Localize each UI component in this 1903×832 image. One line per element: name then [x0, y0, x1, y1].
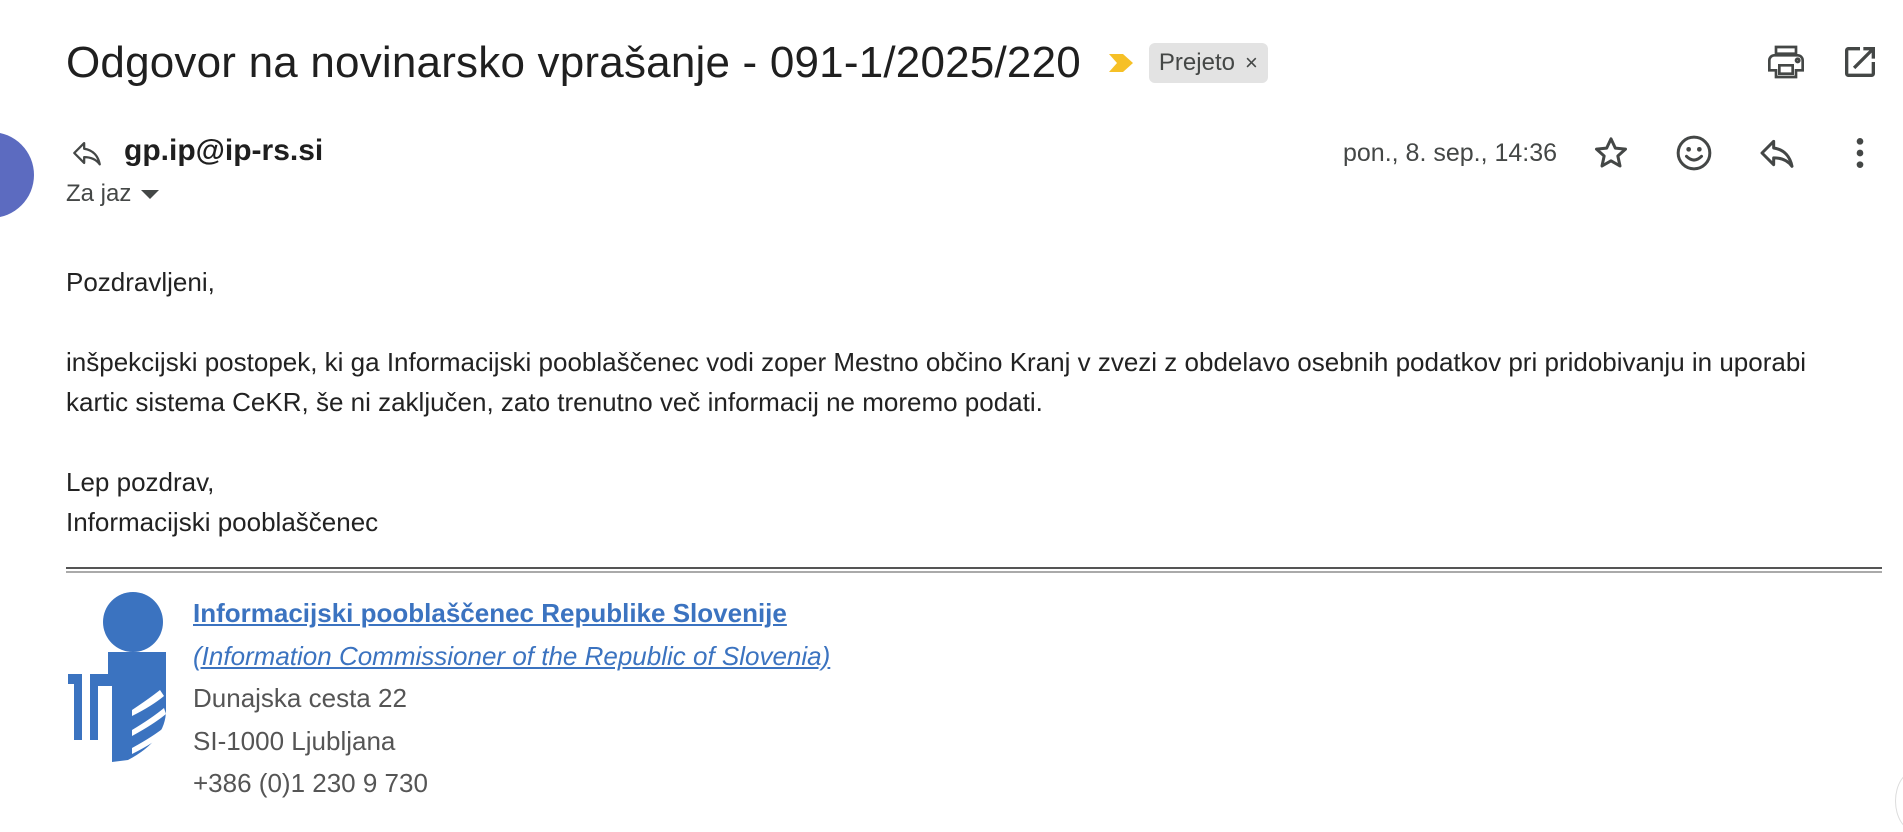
chevron-down-icon[interactable] [141, 189, 160, 199]
org-name-en-link[interactable]: (Information Commissioner of the Republi… [193, 641, 830, 671]
label-chip-inbox: Prejeto × [1148, 43, 1268, 83]
sender-avatar[interactable] [0, 132, 34, 218]
signature-divider [66, 567, 1882, 573]
reply-icon [73, 141, 101, 166]
body-closing: Lep pozdrav, [66, 467, 215, 497]
more-vert-icon[interactable] [1840, 133, 1880, 173]
importance-marker-icon[interactable] [1107, 51, 1135, 75]
reply-icon[interactable] [1757, 133, 1797, 173]
address-city: SI-1000 Ljubljana [193, 725, 396, 756]
emoji-reaction-icon[interactable] [1674, 133, 1714, 173]
print-icon[interactable] [1766, 42, 1806, 82]
email-body: Pozdravljeni, inšpekcijski postopek, ki … [66, 262, 1896, 542]
phone-number: +386 (0)1 230 9 730 [193, 768, 428, 798]
org-name-link[interactable]: Informacijski pooblaščenec Republike Slo… [193, 598, 787, 628]
star-icon[interactable] [1591, 133, 1631, 173]
body-paragraph-line2: kartic sistema CeKR, še ni zaključen, za… [66, 387, 1043, 417]
email-date: pon., 8. sep., 14:36 [1343, 139, 1558, 167]
remove-label-button[interactable]: × [1245, 50, 1258, 76]
body-greeting: Pozdravljeni, [66, 267, 215, 297]
recipient-line[interactable]: Za jaz [66, 180, 160, 208]
email-subject: Odgovor na novinarsko vprašanje - 091-1/… [66, 38, 1081, 87]
open-in-new-window-icon[interactable] [1840, 42, 1880, 82]
body-paragraph-line1: inšpekcijski postopek, ki ga Informacijs… [66, 347, 1807, 377]
sender-email[interactable]: gp.ip@ip-rs.si [124, 134, 323, 168]
label-chip-text: Prejeto [1158, 49, 1235, 76]
recipient-label: Za jaz [66, 180, 132, 207]
address-street: Dunajska cesta 22 [193, 683, 407, 713]
body-signoff: Informacijski pooblaščenec [66, 507, 379, 537]
subject-row: Odgovor na novinarsko vprašanje - 091-1/… [66, 30, 1268, 96]
floating-button-edge[interactable] [1895, 770, 1903, 832]
ip-logo [68, 592, 166, 762]
signature-block: Informacijski pooblaščenec Republike Slo… [193, 592, 830, 805]
